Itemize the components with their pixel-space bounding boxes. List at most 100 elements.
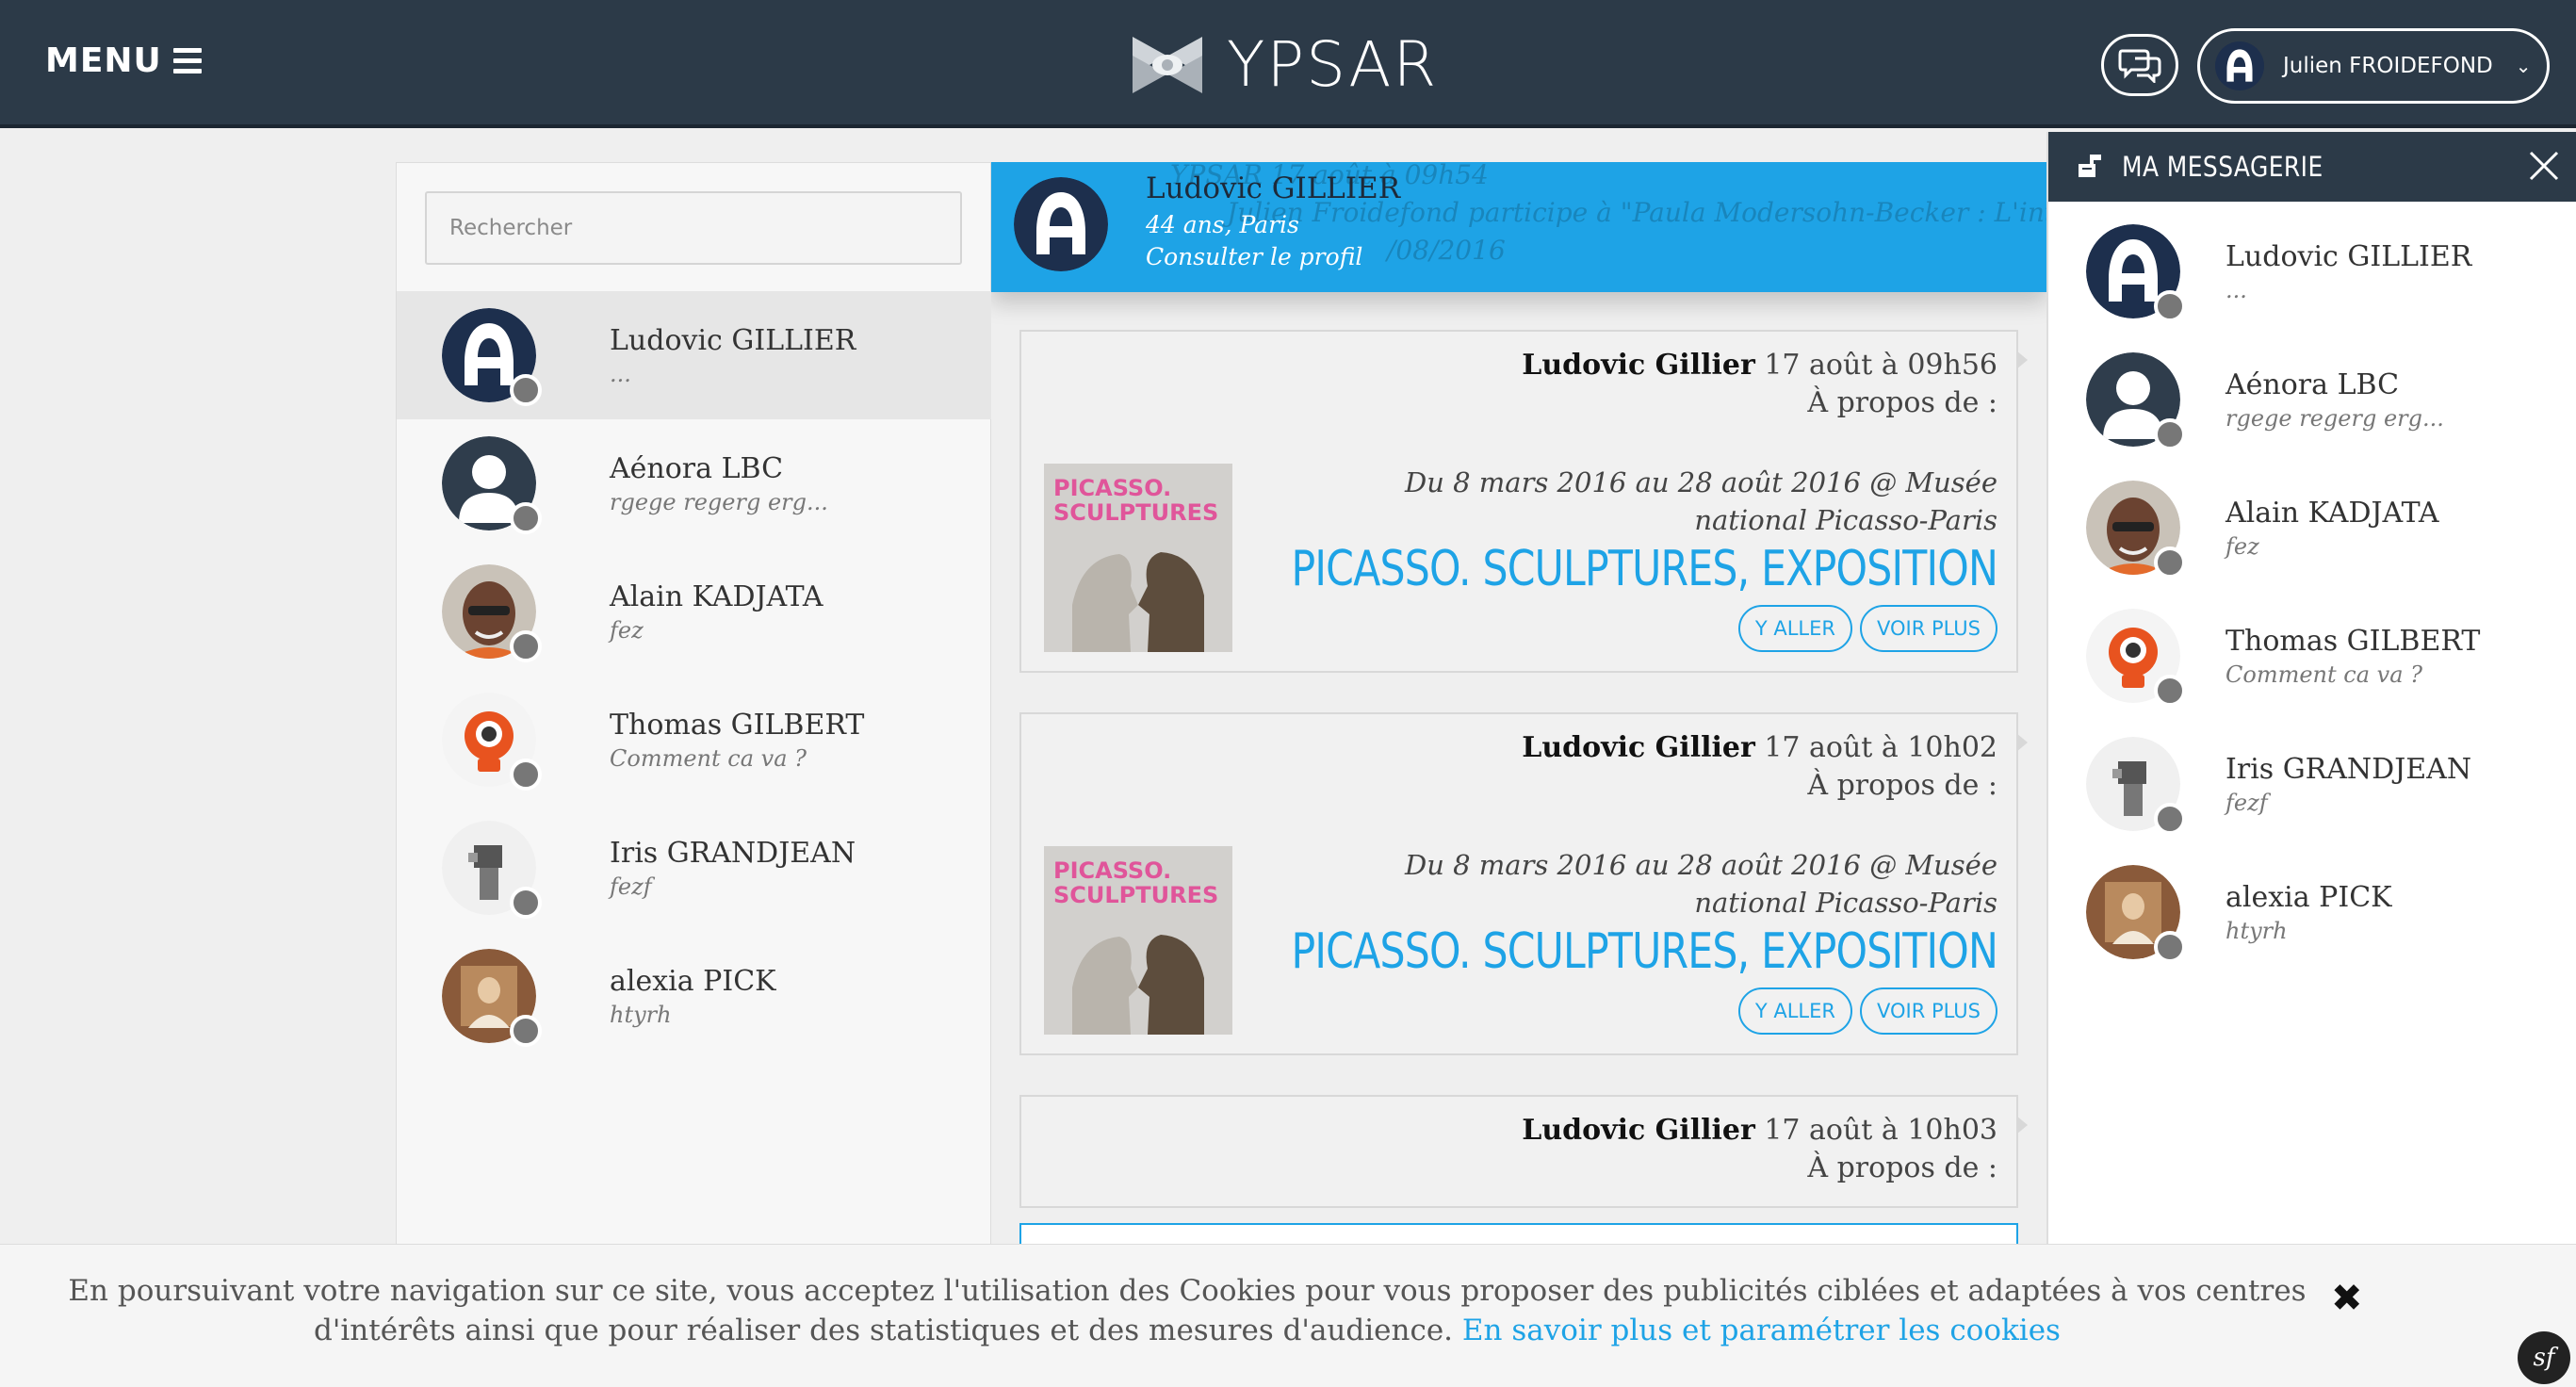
status-indicator	[510, 630, 542, 662]
conversation-item[interactable]: Ludovic GILLIER...	[397, 291, 992, 419]
avatar	[2086, 224, 2186, 322]
cookie-message: En poursuivant votre navigation sur ce s…	[57, 1271, 2318, 1350]
avatar	[442, 949, 542, 1047]
message-card: Ludovic Gillier 17 août à 10h03 À propos…	[1019, 1095, 2028, 1208]
message-card: Ludovic Gillier 17 août à 09h56 À propos…	[1019, 330, 2028, 673]
conversation-name: alexia PICK	[610, 964, 776, 998]
cookie-settings-link[interactable]: En savoir plus et paramétrer les cookies	[1462, 1314, 2061, 1347]
status-indicator	[510, 759, 542, 791]
bubble-pointer	[2016, 733, 2028, 752]
conversation-item[interactable]: alexia PICK htyrh	[397, 932, 992, 1060]
user-account-button[interactable]: Julien FROIDEFOND ⌄	[2197, 28, 2550, 104]
cookie-close-icon[interactable]: ✖	[2331, 1277, 2363, 1320]
messaging-header: MA MESSAGERIE	[2048, 132, 2576, 202]
menu-button[interactable]: MENU	[45, 41, 202, 80]
chat-button[interactable]	[2101, 34, 2178, 96]
contact-name: Ludovic GILLIER	[2225, 239, 2472, 273]
conversation-name: Aénora LBC	[610, 451, 784, 485]
conversation-item[interactable]: Iris GRANDJEAN fezf	[397, 804, 992, 932]
search-input[interactable]	[425, 191, 962, 265]
contact-name: Alain KADJATA	[2225, 496, 2439, 530]
contact-name: alexia PICK	[2225, 880, 2392, 914]
menu-label: MENU	[45, 41, 162, 80]
go-button[interactable]: Y ALLER	[1737, 605, 1852, 652]
conversation-name: Ludovic GILLIER	[610, 323, 856, 357]
messaging-item[interactable]: Iris GRANDJEAN fezf	[2048, 720, 2576, 848]
conversation-name: Thomas GILBERT	[610, 708, 865, 742]
avatar	[2086, 352, 2186, 450]
status-indicator	[2154, 418, 2186, 450]
see-more-button[interactable]: VOIR PLUS	[1859, 987, 1997, 1035]
contact-preview: rgege regerg erg...	[2225, 404, 2444, 432]
messaging-item[interactable]: Alain KADJATA fez	[2048, 464, 2576, 592]
avatar	[442, 436, 542, 534]
event-thumbnail[interactable]: PICASSO. SCULPTURES	[1044, 464, 1232, 652]
conversation-preview: htyrh	[610, 1001, 672, 1028]
event-dates: Du 8 mars 2016 au 28 août 2016 @ Musée n…	[1404, 849, 1997, 919]
status-indicator	[510, 502, 542, 534]
event-thumbnail[interactable]: PICASSO. SCULPTURES	[1044, 846, 1232, 1035]
contact-preview: htyrh	[2225, 917, 2288, 944]
avatar	[2086, 737, 2186, 835]
avatar	[442, 308, 542, 406]
message-about-label: À propos de :	[1807, 769, 1997, 802]
message-time: 17 août à 10h03	[1764, 1114, 1997, 1147]
close-icon[interactable]	[2527, 149, 2561, 183]
conversation-preview: fezf	[610, 873, 652, 900]
messaging-item[interactable]: Ludovic GILLIER...	[2048, 207, 2576, 335]
messaging-item[interactable]: Thomas GILBERT Comment ca va ?	[2048, 592, 2576, 720]
messaging-item[interactable]: Aénora LBC rgege regerg erg...	[2048, 335, 2576, 464]
status-indicator	[510, 1015, 542, 1047]
user-name: Julien FROIDEFOND	[2283, 54, 2493, 78]
conversation-list-panel: Ludovic GILLIER... Aénora LBC rgege reger…	[396, 162, 992, 1255]
symfony-debug-icon[interactable]: sf	[2518, 1331, 2570, 1384]
contact-preview: fez	[2225, 532, 2259, 560]
contact-avatar	[1014, 177, 1108, 271]
messaging-item[interactable]: alexia PICK htyrh	[2048, 848, 2576, 976]
contact-name: Ludovic GILLIER	[1146, 171, 1401, 205]
status-indicator	[510, 887, 542, 919]
mailbox-icon	[2079, 155, 2101, 177]
message-sender: Ludovic Gillier	[1522, 731, 1755, 764]
contact-profile-header: YPSAR 17 août à 09h54 Julien Froidefond …	[991, 162, 2046, 292]
conversation-preview: rgege regerg erg...	[610, 488, 828, 515]
view-profile-link[interactable]: Consulter le profil	[1146, 243, 1362, 270]
user-avatar	[2215, 41, 2264, 90]
chat-bubbles-icon	[2118, 49, 2161, 83]
message-time: 17 août à 09h56	[1764, 349, 1997, 382]
message-thread: YPSAR 17 août à 09h54 Julien Froidefond …	[991, 162, 2046, 1255]
see-more-button[interactable]: VOIR PLUS	[1859, 605, 1997, 652]
conversation-item[interactable]: Aénora LBC rgege regerg erg...	[397, 419, 992, 547]
conversation-preview: ...	[610, 360, 631, 387]
svg-text:SCULPTURES: SCULPTURES	[1053, 882, 1218, 908]
status-indicator	[2154, 931, 2186, 963]
messaging-sidebar: MA MESSAGERIE Ludovic GILLIER... Aénora …	[2046, 132, 2576, 1255]
conversation-item[interactable]: Alain KADJATA fez	[397, 547, 992, 676]
status-indicator	[2154, 290, 2186, 322]
conversation-name: Iris GRANDJEAN	[610, 836, 856, 870]
message-sender: Ludovic Gillier	[1522, 349, 1755, 382]
thumbnail-text: PICASSO.	[1053, 475, 1171, 501]
message-time: 17 août à 10h02	[1764, 731, 1997, 764]
status-indicator	[510, 374, 542, 406]
contact-name: Iris GRANDJEAN	[2225, 752, 2472, 786]
go-button[interactable]: Y ALLER	[1737, 987, 1852, 1035]
event-title[interactable]: PICASSO. SCULPTURES, EXPOSITION	[1291, 541, 1997, 597]
conversation-name: Alain KADJATA	[610, 579, 823, 613]
messaging-title: MA MESSAGERIE	[2122, 151, 2323, 183]
chevron-down-icon: ⌄	[2515, 55, 2532, 77]
svg-text:SCULPTURES: SCULPTURES	[1053, 499, 1218, 526]
message-about-label: À propos de :	[1807, 386, 1997, 419]
bubble-pointer	[2016, 1116, 2028, 1134]
bubble-pointer	[2016, 351, 2028, 369]
avatar	[442, 564, 542, 662]
hamburger-icon	[172, 48, 202, 73]
event-dates: Du 8 mars 2016 au 28 août 2016 @ Musée n…	[1404, 466, 1997, 536]
contact-name: Aénora LBC	[2225, 367, 2400, 401]
conversation-item[interactable]: Thomas GILBERT Comment ca va ?	[397, 676, 992, 804]
contact-preview: Comment ca va ?	[2225, 661, 2423, 688]
event-title[interactable]: PICASSO. SCULPTURES, EXPOSITION	[1291, 923, 1997, 980]
ypsar-logo[interactable]: YPSAR	[1131, 28, 1438, 101]
contact-name: Thomas GILBERT	[2225, 624, 2481, 658]
status-indicator	[2154, 675, 2186, 707]
